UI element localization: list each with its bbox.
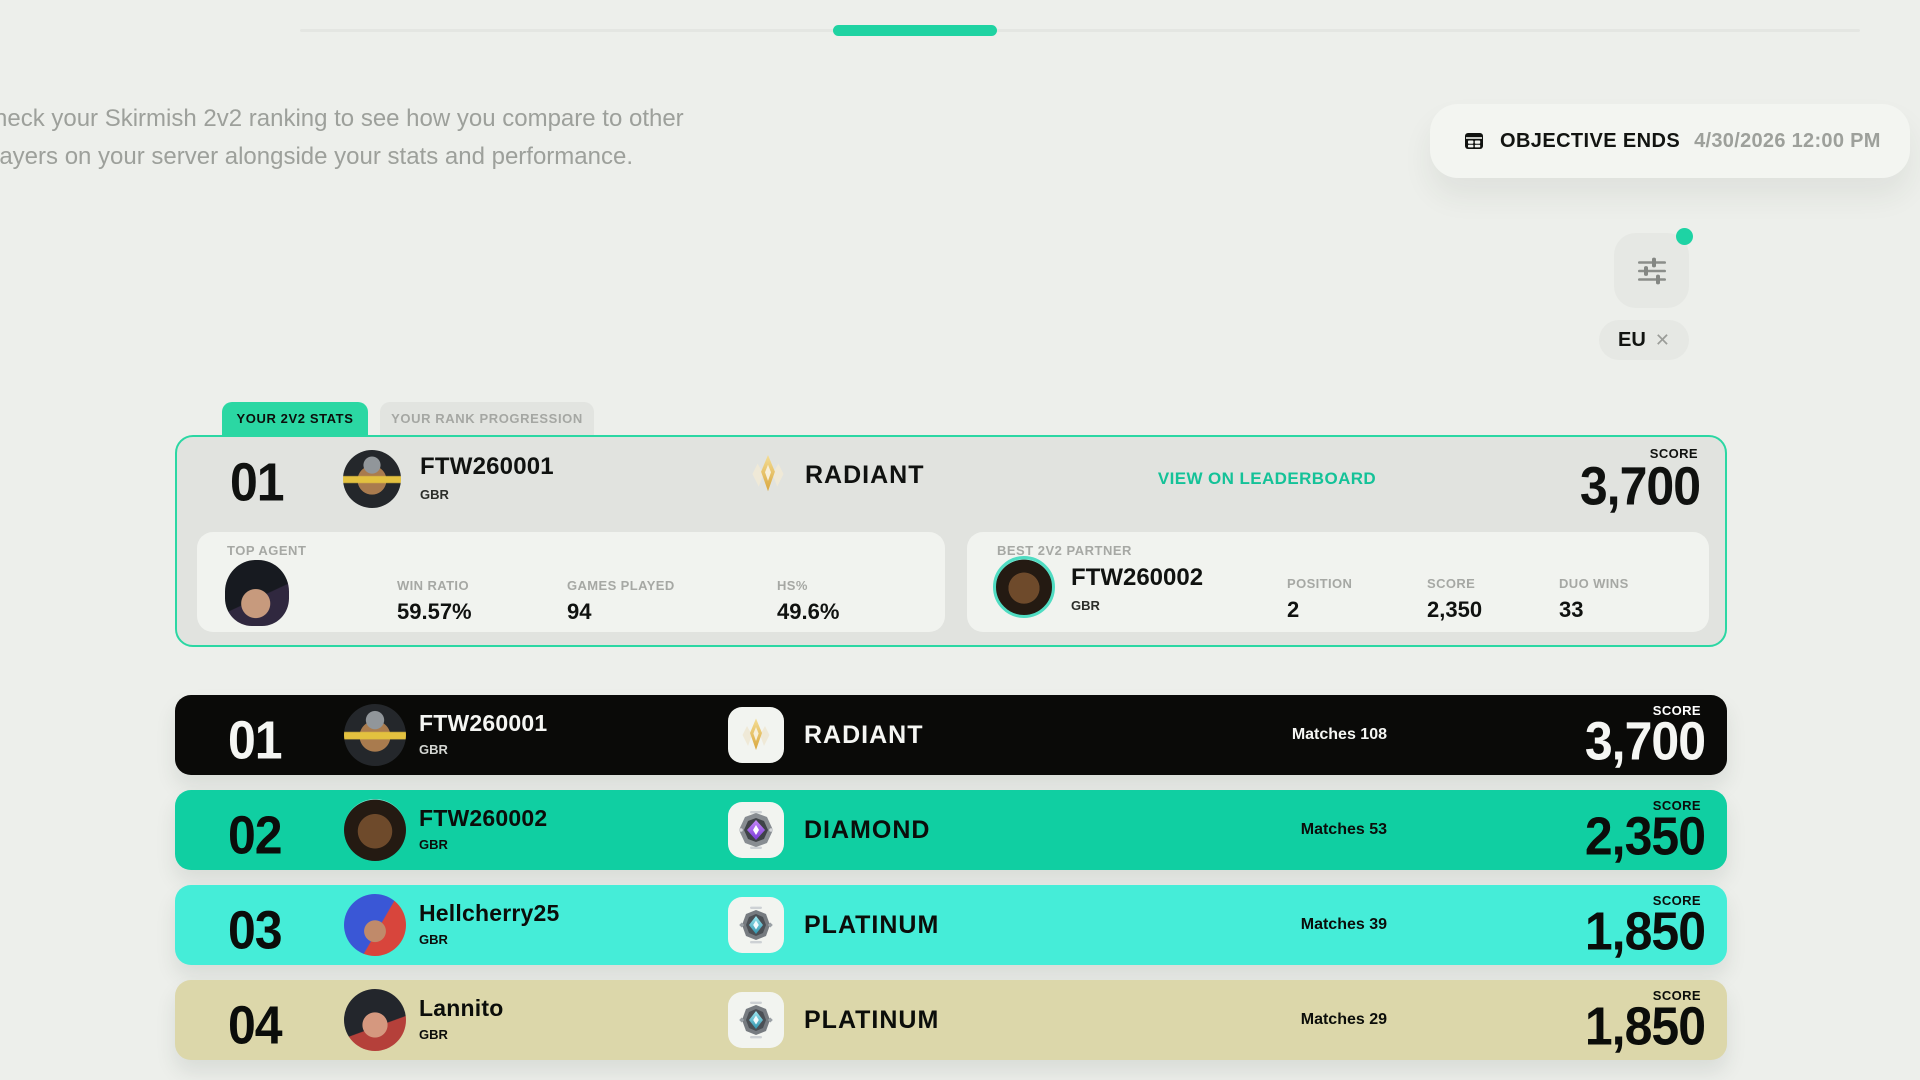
win-ratio-stat: WIN RATIO 59.57% <box>397 578 472 625</box>
tab-your-2v2-stats[interactable]: YOUR 2V2 STATS <box>222 402 368 435</box>
leaderboard-row[interactable]: 01 FTW260001 GBR RADIANT Matches 108 SCO… <box>175 695 1727 775</box>
region-chip-label: EU <box>1618 329 1646 352</box>
partner-avatar <box>993 556 1055 618</box>
row-player-country: GBR <box>419 837 448 852</box>
row-avatar <box>344 799 406 861</box>
calendar-icon <box>1462 129 1486 153</box>
partner-country: GBR <box>1071 598 1100 613</box>
scroll-thumb[interactable] <box>833 25 997 36</box>
leaderboard-row[interactable]: 04 Lannito GBR PLATINUM Matches 29 SCORE… <box>175 980 1727 1060</box>
row-matches: Matches 39 <box>1105 916 1387 934</box>
row-matches: Matches 29 <box>1105 1011 1387 1029</box>
partner-name: FTW260002 <box>1071 564 1203 592</box>
row-player-name: FTW260002 <box>419 805 547 832</box>
tier-badge <box>728 707 784 763</box>
row-score: 3,700 <box>1585 714 1705 768</box>
player-rank: 01 <box>230 455 284 509</box>
row-player-name: Lannito <box>419 995 503 1022</box>
tier-badge <box>728 802 784 858</box>
row-player-name: FTW260001 <box>419 710 547 737</box>
filter-button[interactable] <box>1614 233 1689 308</box>
objective-label: OBJECTIVE ENDS <box>1500 130 1680 153</box>
best-partner-panel: BEST 2V2 PARTNER FTW260002 GBR POSITION … <box>967 532 1709 632</box>
row-tier-label: RADIANT <box>804 721 924 750</box>
diamond-rank-icon <box>736 810 776 850</box>
row-avatar <box>344 989 406 1051</box>
row-rank: 02 <box>228 808 282 862</box>
row-rank: 03 <box>228 903 282 957</box>
row-rank: 04 <box>228 998 282 1052</box>
row-player-name: Hellcherry25 <box>419 900 560 927</box>
tier-badge <box>728 992 784 1048</box>
duo-wins-stat: DUO WINS 33 <box>1559 576 1629 623</box>
player-country: GBR <box>420 487 449 502</box>
platinum-rank-icon <box>736 905 776 945</box>
tab-your-rank-progression[interactable]: YOUR RANK PROGRESSION <box>380 402 594 435</box>
row-avatar <box>344 894 406 956</box>
row-player-country: GBR <box>419 742 448 757</box>
player-name: FTW260001 <box>420 453 554 481</box>
row-avatar <box>344 704 406 766</box>
leaderboard-row[interactable]: 03 Hellcherry25 GBR PLATINUM Matches 39 … <box>175 885 1727 965</box>
tier-badge <box>728 897 784 953</box>
games-played-stat: GAMES PLAYED 94 <box>567 578 675 625</box>
objective-ends-badge: OBJECTIVE ENDS 4/30/2026 12:00 PM <box>1430 104 1910 178</box>
row-tier-label: PLATINUM <box>804 1006 939 1035</box>
radiant-rank-icon <box>736 715 776 755</box>
scroll-track <box>300 29 1860 32</box>
partner-position-stat: POSITION 2 <box>1287 576 1352 623</box>
sliders-icon <box>1634 255 1670 287</box>
objective-deadline: 4/30/2026 12:00 PM <box>1694 130 1881 153</box>
player-avatar <box>343 450 401 508</box>
description-line-1: heck your Skirmish 2v2 ranking to see ho… <box>0 105 684 132</box>
headshot-percent-stat: HS% 49.6% <box>777 578 839 625</box>
page-description: heck your Skirmish 2v2 ranking to see ho… <box>0 100 684 176</box>
close-icon[interactable]: ✕ <box>1655 331 1670 349</box>
row-score: 1,850 <box>1585 904 1705 958</box>
row-tier-label: PLATINUM <box>804 911 939 940</box>
row-score: 1,850 <box>1585 999 1705 1053</box>
your-stats-card: 01 FTW260001 GBR RADIANT VIEW ON LEADERB… <box>175 435 1727 647</box>
partner-score-stat: SCORE 2,350 <box>1427 576 1482 623</box>
filter-active-dot <box>1676 228 1693 245</box>
player-tier-label: RADIANT <box>805 461 925 490</box>
row-player-country: GBR <box>419 932 448 947</box>
row-matches: Matches 53 <box>1105 821 1387 839</box>
row-score: 2,350 <box>1585 809 1705 863</box>
platinum-rank-icon <box>736 1000 776 1040</box>
skirmish-ranking-page: heck your Skirmish 2v2 ranking to see ho… <box>0 0 1920 1080</box>
row-matches: Matches 108 <box>1105 726 1387 744</box>
radiant-rank-icon <box>745 451 791 497</box>
row-player-country: GBR <box>419 1027 448 1042</box>
row-tier-label: DIAMOND <box>804 816 930 845</box>
top-agent-avatar <box>225 560 289 626</box>
row-rank: 01 <box>228 713 282 767</box>
view-on-leaderboard-link[interactable]: VIEW ON LEADERBOARD <box>1137 469 1397 489</box>
region-filter-chip[interactable]: EU ✕ <box>1599 320 1689 360</box>
leaderboard-row[interactable]: 02 FTW260002 GBR DIAMOND Matches 53 SCOR… <box>175 790 1727 870</box>
player-score: 3,700 <box>1580 459 1700 513</box>
top-agent-label: TOP AGENT <box>227 543 306 558</box>
top-agent-panel: TOP AGENT WIN RATIO 59.57% GAMES PLAYED … <box>197 532 945 632</box>
description-line-2: layers on your server alongside your sta… <box>0 143 633 170</box>
